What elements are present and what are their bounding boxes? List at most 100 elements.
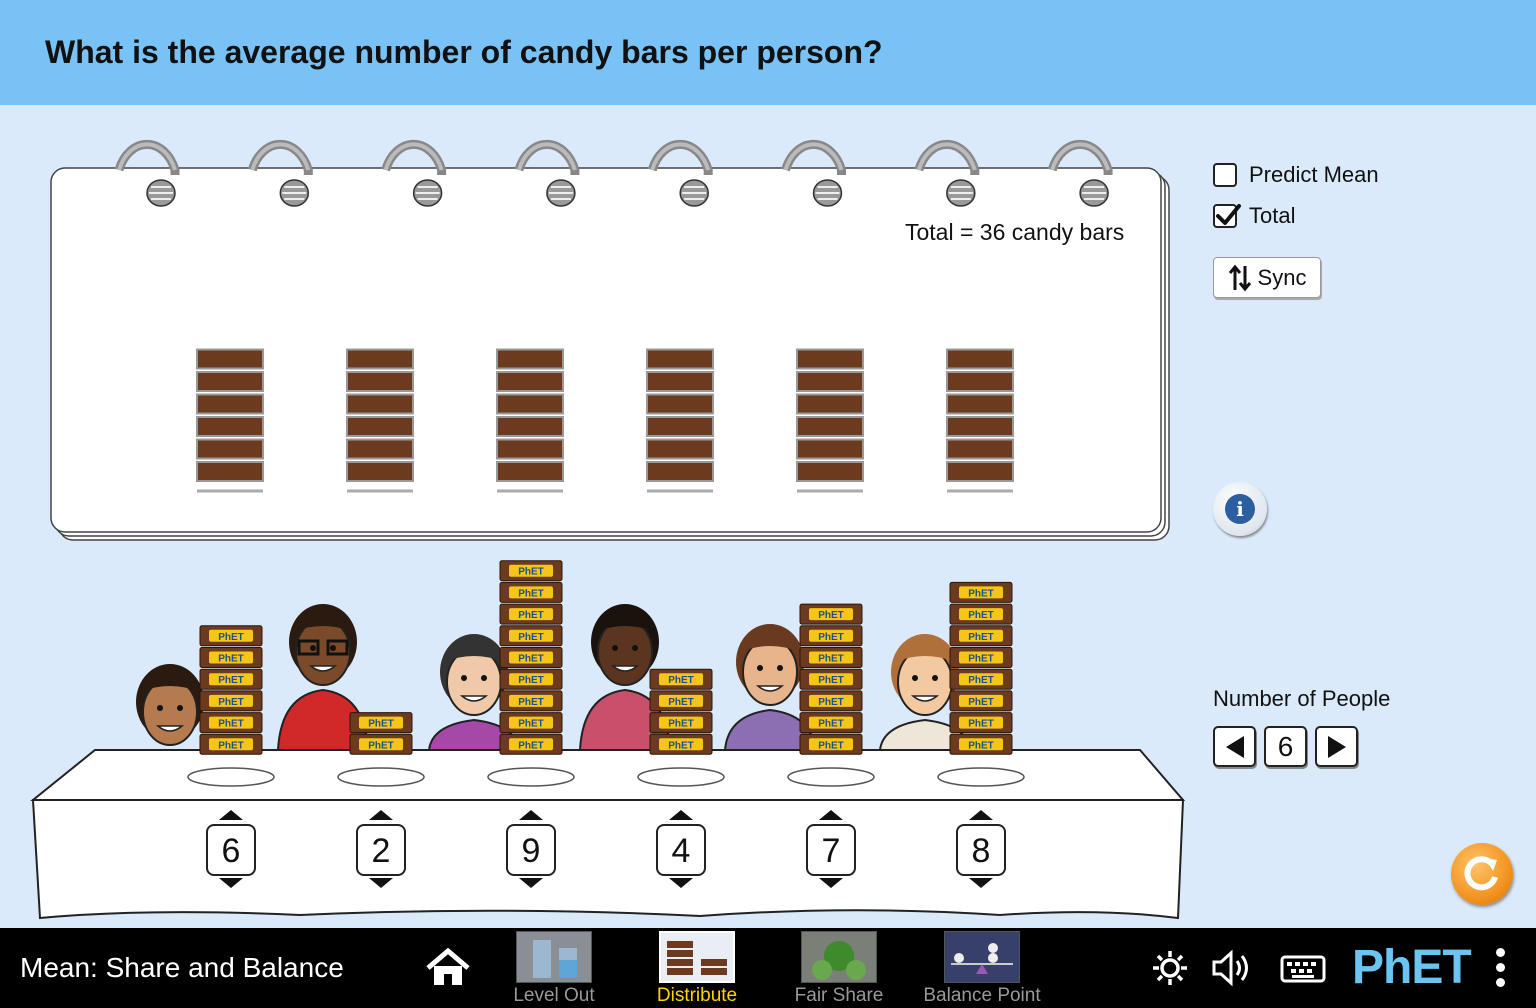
increment-arrow[interactable]: [819, 810, 843, 820]
notepad-candy-bar: [796, 461, 864, 482]
candy-bar: PhET: [499, 668, 563, 690]
candy-bar: PhET: [949, 581, 1013, 603]
candy-bar: PhET: [499, 625, 563, 647]
decrease-people-button[interactable]: [1213, 726, 1256, 767]
candy-label: PhET: [518, 654, 544, 665]
total-checkbox[interactable]: Total: [1213, 201, 1379, 231]
notepad-candy-bar: [346, 393, 414, 415]
candy-count-value: 4: [656, 824, 706, 876]
candy-bar: PhET: [199, 647, 263, 668]
total-box[interactable]: [1213, 204, 1241, 228]
person-face: [446, 648, 502, 716]
person-eye: [632, 645, 638, 651]
decrement-arrow[interactable]: [819, 878, 843, 888]
candy-bar: PhET: [199, 690, 263, 712]
notepad-candy-bar: [946, 348, 1014, 370]
keyboard-icon[interactable]: [1280, 948, 1326, 988]
person-face: [742, 638, 798, 706]
screen-distribute[interactable]: Distribute: [637, 931, 757, 1008]
person-eye: [912, 675, 918, 681]
candy-label: PhET: [518, 719, 544, 730]
notepad-candy-bar: [346, 416, 414, 437]
candy-count-value: 6: [206, 824, 256, 876]
home-icon[interactable]: [425, 948, 471, 988]
increase-people-button[interactable]: [1315, 726, 1358, 767]
decrement-arrow[interactable]: [669, 878, 693, 888]
candy-label: PhET: [818, 632, 844, 643]
candy-label: PhET: [968, 740, 994, 751]
question-text: What is the average number of candy bars…: [45, 34, 883, 70]
distribute-thumbnail: [659, 931, 735, 983]
candy-bar: PhET: [799, 712, 863, 734]
increment-arrow[interactable]: [369, 810, 393, 820]
notepad-candy-bar: [946, 371, 1014, 392]
candy-label: PhET: [968, 719, 994, 730]
sync-button[interactable]: Sync: [1213, 257, 1321, 298]
candy-bar: PhET: [949, 647, 1013, 668]
candy-label: PhET: [818, 697, 844, 708]
candy-label: PhET: [818, 675, 844, 686]
candy-bar: PhET: [499, 733, 563, 755]
decrement-arrow[interactable]: [369, 878, 393, 888]
notepad-candy-bar: [946, 438, 1014, 460]
notepad-candy-bar: [196, 461, 264, 482]
candy-bar: PhET: [199, 625, 263, 647]
candy-label: PhET: [668, 719, 694, 730]
settings-gear-icon[interactable]: [1150, 948, 1190, 988]
notepad-candy-bar: [496, 461, 564, 482]
notepad-candy-bar: [496, 416, 564, 437]
predict-mean-checkbox[interactable]: Predict Mean: [1213, 160, 1379, 190]
candy-bar: PhET: [799, 603, 863, 625]
increment-arrow[interactable]: [969, 810, 993, 820]
question-header: What is the average number of candy bars…: [0, 0, 1536, 105]
decrement-arrow[interactable]: [969, 878, 993, 888]
sound-icon[interactable]: [1210, 948, 1256, 988]
notepad-candy-bar: [946, 416, 1014, 437]
increment-arrow[interactable]: [219, 810, 243, 820]
notepad-candy-bar: [796, 348, 864, 370]
reset-all-button[interactable]: [1451, 843, 1513, 905]
screen-balance-point[interactable]: Balance Point: [922, 931, 1042, 1008]
menu-dots-icon[interactable]: [1496, 948, 1508, 993]
phet-logo[interactable]: PhET: [1352, 940, 1472, 995]
candy-bar: PhET: [949, 603, 1013, 625]
candy-label: PhET: [368, 740, 394, 751]
candy-bar: PhET: [649, 668, 713, 690]
notepad-candy-bar: [196, 371, 264, 392]
candy-label: PhET: [218, 632, 244, 643]
notepad-candy-bar: [346, 348, 414, 370]
notepad-candy-bar: [796, 393, 864, 415]
candy-label: PhET: [818, 610, 844, 621]
person-eye: [177, 705, 183, 711]
candy-label: PhET: [218, 719, 244, 730]
sync-label: Sync: [1257, 264, 1307, 290]
notepad-candy-bar: [346, 371, 414, 392]
decrement-arrow[interactable]: [519, 878, 543, 888]
candy-bar: PhET: [799, 668, 863, 690]
predict-mean-box[interactable]: [1213, 163, 1237, 187]
screen-fair-share[interactable]: Fair Share: [779, 931, 899, 1008]
info-button[interactable]: i: [1213, 482, 1267, 536]
candy-bar: PhET: [199, 733, 263, 755]
increment-arrow[interactable]: [519, 810, 543, 820]
candy-label: PhET: [818, 654, 844, 665]
screen-level-out[interactable]: Level Out: [494, 931, 614, 1008]
candy-label: PhET: [668, 697, 694, 708]
person-face: [597, 618, 653, 686]
candy-bar: PhET: [499, 603, 563, 625]
fair-share-thumbnail: [801, 931, 877, 983]
candy-bar: PhET: [499, 690, 563, 712]
candy-bar: PhET: [649, 690, 713, 712]
checkbox-group: Predict Mean Total: [1213, 160, 1379, 242]
candy-label: PhET: [668, 675, 694, 686]
increment-arrow[interactable]: [669, 810, 693, 820]
notepad-candy-bar: [646, 348, 714, 370]
decrement-arrow[interactable]: [219, 878, 243, 888]
candy-bar: PhET: [199, 668, 263, 690]
candy-bar: PhET: [949, 733, 1013, 755]
notepad-candy-bar: [646, 416, 714, 437]
candy-bar: PhET: [949, 625, 1013, 647]
candy-label: PhET: [968, 610, 994, 621]
candy-bar: PhET: [499, 712, 563, 734]
candy-label: PhET: [518, 632, 544, 643]
